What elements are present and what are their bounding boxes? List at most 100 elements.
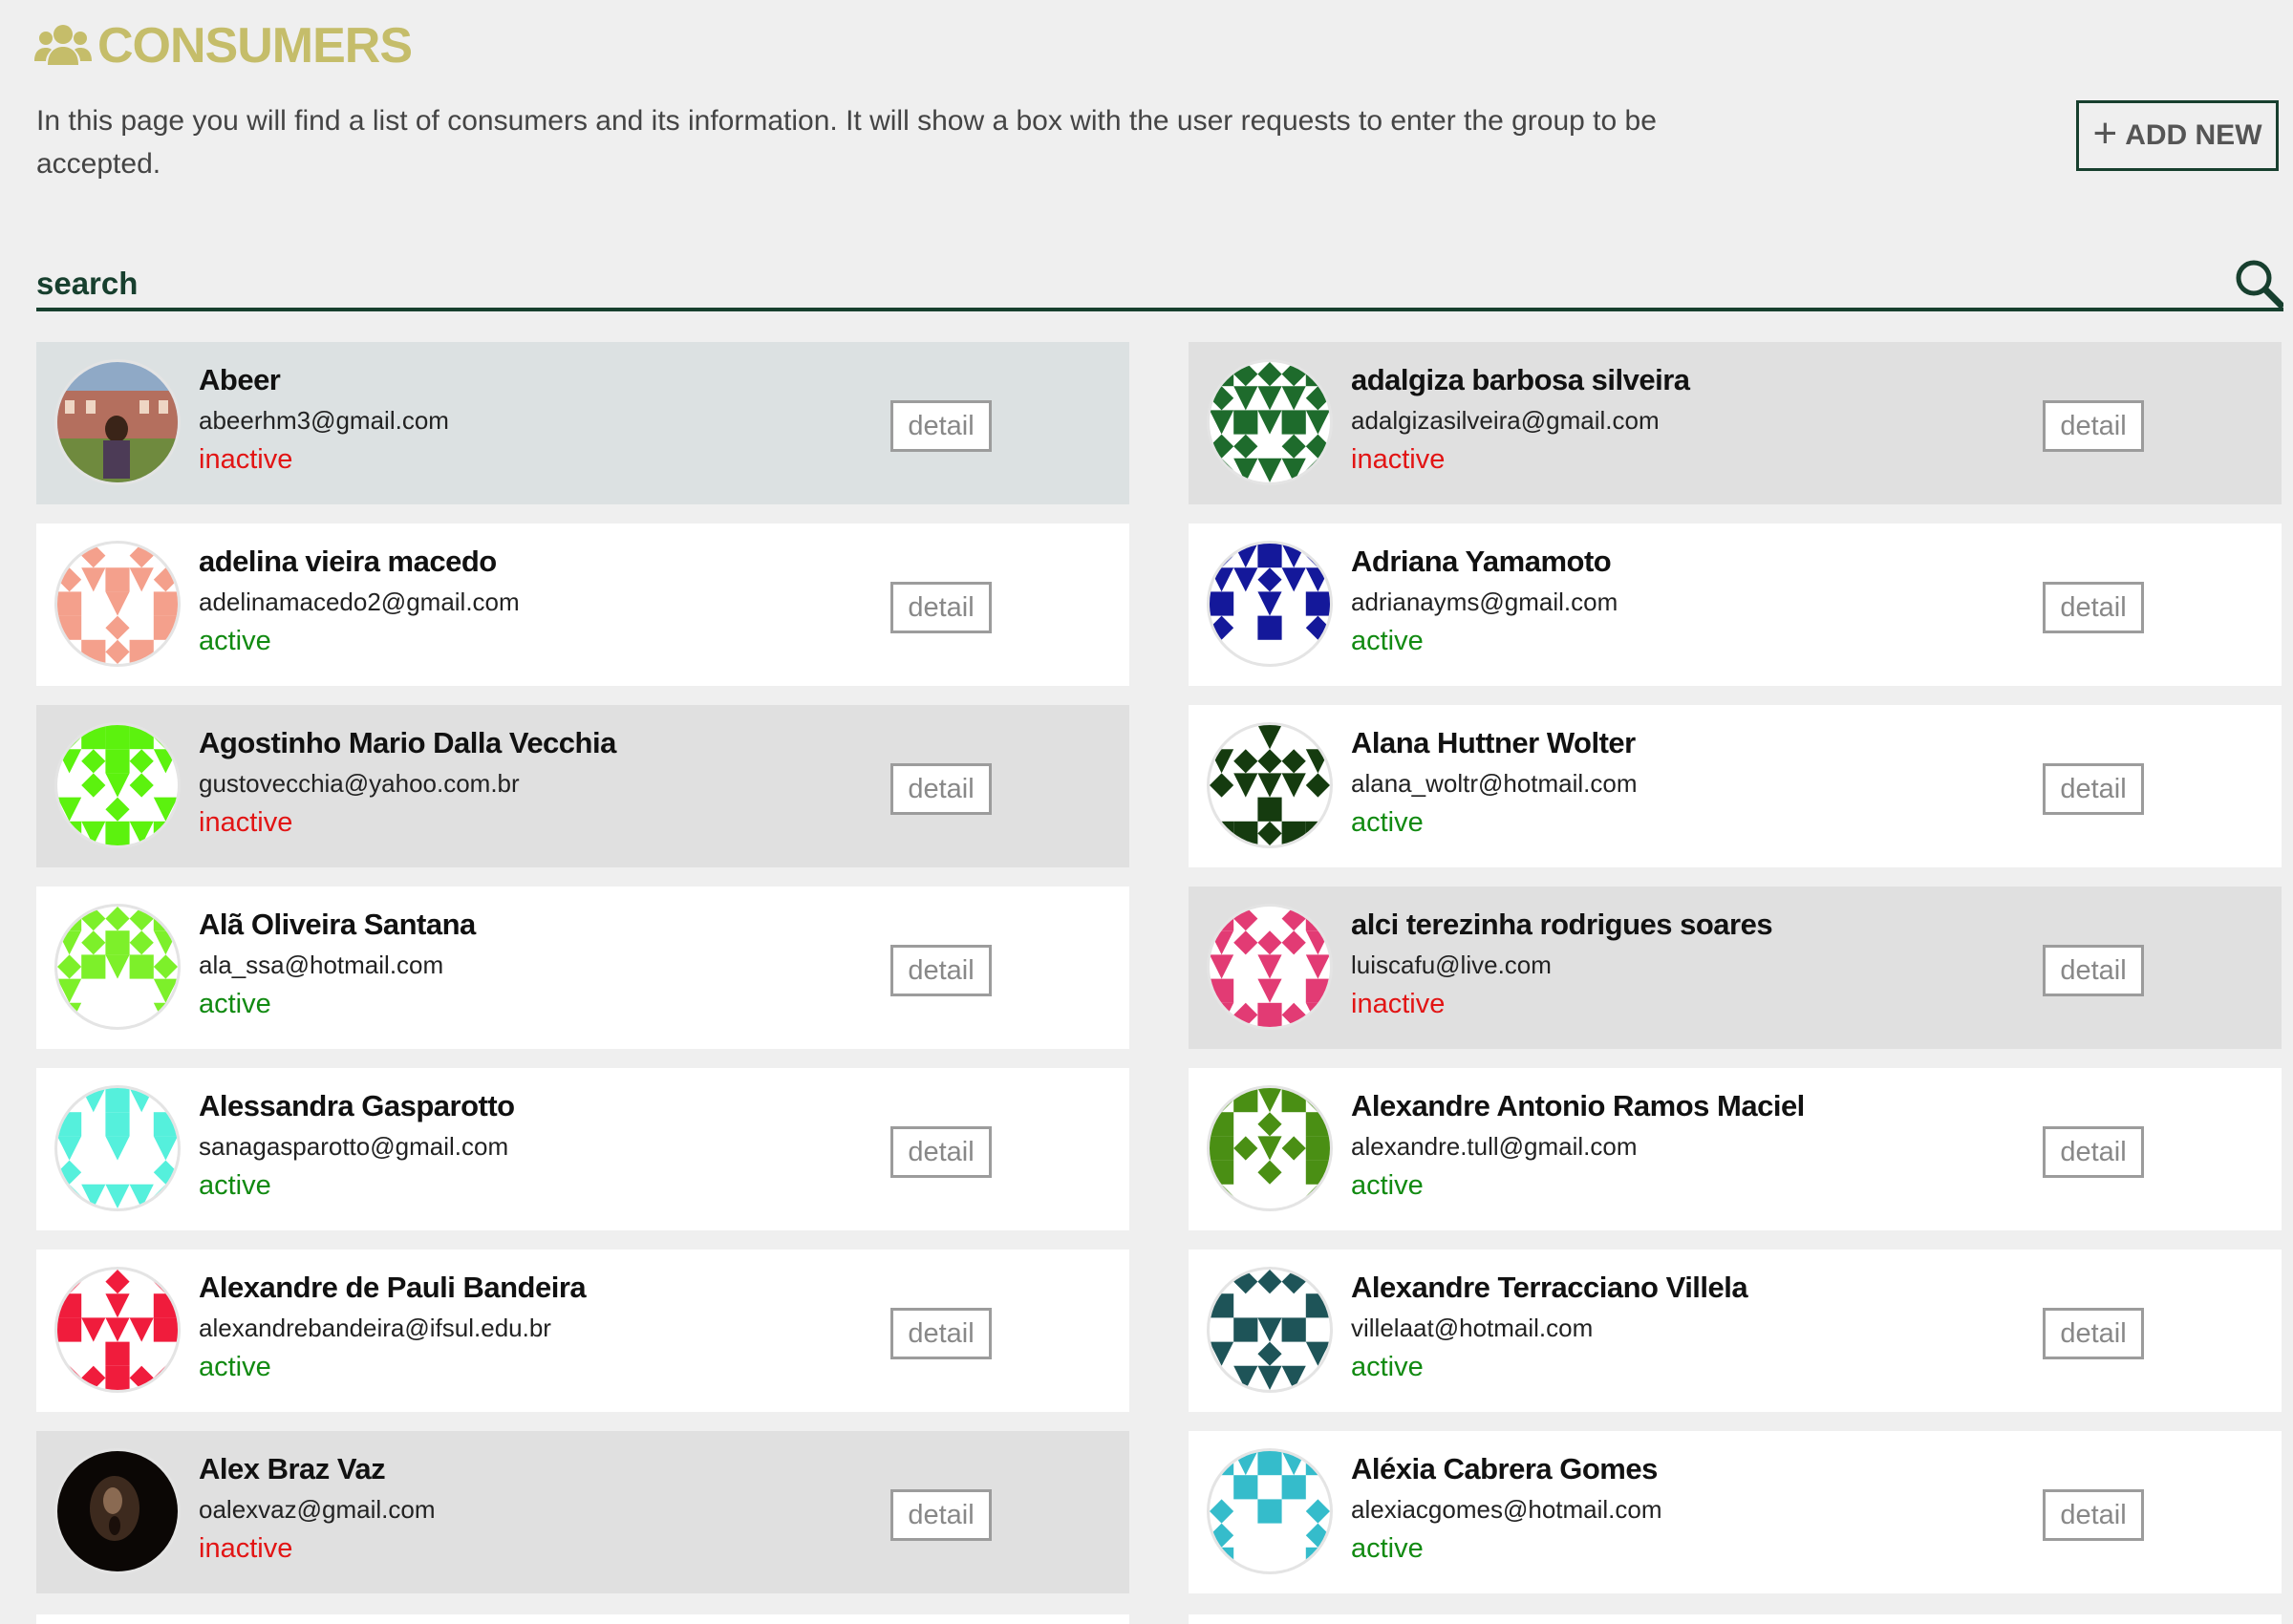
consumer-info: Alexandre de Pauli Bandeira alexandreban… (199, 1267, 587, 1387)
consumer-email: gustovecchia@yahoo.com.br (199, 769, 520, 798)
detail-button[interactable]: detail (890, 582, 992, 633)
add-new-button[interactable]: + ADD NEW (2076, 100, 2279, 171)
avatar (1210, 1451, 1330, 1571)
consumer-name: adalgiza barbosa silveira (1351, 363, 1690, 396)
consumer-card: adelina vieira macedo adelinamacedo2@gma… (36, 524, 1129, 686)
plus-icon: + (2092, 110, 2118, 157)
avatar (1210, 544, 1330, 664)
status-text: active (1351, 807, 1424, 838)
consumer-email: villelaat@hotmail.com (1351, 1314, 1594, 1342)
avatar (1210, 725, 1330, 845)
detail-button[interactable]: detail (2043, 1308, 2144, 1359)
detail-button[interactable]: detail (890, 763, 992, 815)
page-title: CONSUMERS (97, 18, 413, 74)
consumer-card: Alessandra Gasparotto sanagasparotto@gma… (36, 1068, 1129, 1230)
consumer-name: Abeer (199, 363, 281, 396)
detail-button[interactable]: detail (2043, 1489, 2144, 1541)
consumer-name: Alã Oliveira Santana (199, 908, 476, 941)
status-text: active (1351, 1170, 1424, 1201)
consumer-name: Aléxia Cabrera Gomes (1351, 1452, 1658, 1485)
consumer-card: Alã Oliveira Santana ala_ssa@hotmail.com… (36, 887, 1129, 1049)
status-text: active (1351, 1533, 1424, 1564)
avatar (1210, 362, 1330, 482)
consumer-name: Alexandre Antonio Ramos Maciel (1351, 1089, 1805, 1122)
consumer-card: Alexandre de Pauli Bandeira alexandreban… (36, 1250, 1129, 1412)
consumer-email: alexiacgomes@hotmail.com (1351, 1495, 1662, 1524)
detail-button[interactable]: detail (2043, 400, 2144, 452)
status-text: inactive (199, 807, 293, 838)
consumer-info: Alana Huttner Wolter alana_woltr@hotmail… (1351, 722, 1638, 843)
status-text: inactive (1351, 444, 1446, 475)
detail-button[interactable]: detail (890, 400, 992, 452)
add-new-label: ADD NEW (2125, 119, 2262, 151)
detail-button[interactable]: detail (890, 945, 992, 996)
page-description: In this page you will find a list of con… (36, 105, 1657, 180)
consumer-email: ala_ssa@hotmail.com (199, 951, 444, 979)
consumer-name: Agostinho Mario Dalla Vecchia (199, 726, 616, 759)
status-text: active (199, 1352, 271, 1382)
consumer-email: luiscafu@live.com (1351, 951, 1552, 979)
consumer-card: Aléxia Cabrera Gomes alexiacgomes@hotmai… (1189, 1431, 2282, 1593)
consumer-name: alci terezinha rodrigues soares (1351, 908, 1773, 941)
avatar (57, 362, 178, 482)
status-text: inactive (199, 444, 293, 475)
consumer-info: Alessandra Gasparotto sanagasparotto@gma… (199, 1085, 515, 1206)
consumer-name: Alexandre de Pauli Bandeira (199, 1271, 587, 1304)
avatar (57, 1270, 178, 1390)
avatar (57, 725, 178, 845)
consumer-card: Alexandre Terracciano Villela villelaat@… (1189, 1250, 2282, 1412)
list-item-partial (36, 1614, 1129, 1624)
consumer-info: Agostinho Mario Dalla Vecchia gustovecch… (199, 722, 616, 843)
status-text: active (1351, 626, 1424, 656)
consumer-card: Abeer abeerhm3@gmail.com inactive detail (36, 342, 1129, 504)
consumer-email: sanagasparotto@gmail.com (199, 1132, 509, 1161)
avatar (57, 1451, 178, 1571)
search-input[interactable] (36, 262, 2167, 306)
consumer-card: Adriana Yamamoto adrianayms@gmail.com ac… (1189, 524, 2282, 686)
consumer-name: Alex Braz Vaz (199, 1452, 386, 1485)
search-bar (36, 258, 2283, 311)
detail-button[interactable]: detail (2043, 1126, 2144, 1178)
detail-button[interactable]: detail (2043, 582, 2144, 633)
list-item-partial (1189, 1614, 2282, 1624)
consumer-card: Alana Huttner Wolter alana_woltr@hotmail… (1189, 705, 2282, 867)
consumer-name: Alessandra Gasparotto (199, 1089, 515, 1122)
detail-button[interactable]: detail (2043, 763, 2144, 815)
consumer-info: adalgiza barbosa silveira adalgizasilvei… (1351, 359, 1690, 480)
consumer-card: alci terezinha rodrigues soares luiscafu… (1189, 887, 2282, 1049)
consumer-info: Abeer abeerhm3@gmail.com inactive (199, 359, 449, 480)
avatar (57, 907, 178, 1027)
consumer-name: Alana Huttner Wolter (1351, 726, 1636, 759)
status-text: inactive (1351, 989, 1446, 1019)
magnifier-icon[interactable] (2234, 258, 2283, 308)
consumer-name: Alexandre Terracciano Villela (1351, 1271, 1748, 1304)
status-text: active (199, 1170, 271, 1201)
consumer-email: adalgizasilveira@gmail.com (1351, 406, 1660, 435)
avatar (1210, 907, 1330, 1027)
avatar (1210, 1270, 1330, 1390)
status-text: active (199, 626, 271, 656)
avatar (1210, 1088, 1330, 1208)
consumer-card: Alexandre Antonio Ramos Maciel alexandre… (1189, 1068, 2282, 1230)
consumer-info: Alexandre Antonio Ramos Maciel alexandre… (1351, 1085, 1805, 1206)
consumer-list: Abeer abeerhm3@gmail.com inactive detail… (36, 342, 2283, 1593)
status-text: active (1351, 1352, 1424, 1382)
consumer-email: adelinamacedo2@gmail.com (199, 588, 520, 616)
detail-button[interactable]: detail (890, 1126, 992, 1178)
consumer-email: abeerhm3@gmail.com (199, 406, 449, 435)
users-icon (34, 25, 92, 65)
status-text: inactive (199, 1533, 293, 1564)
detail-button[interactable]: detail (890, 1308, 992, 1359)
detail-button[interactable]: detail (2043, 945, 2144, 996)
consumer-info: Alã Oliveira Santana ala_ssa@hotmail.com… (199, 904, 476, 1024)
consumer-info: adelina vieira macedo adelinamacedo2@gma… (199, 541, 520, 661)
page-header: CONSUMERS (34, 17, 413, 75)
consumer-email: oalexvaz@gmail.com (199, 1495, 436, 1524)
avatar (57, 544, 178, 664)
consumer-info: Alex Braz Vaz oalexvaz@gmail.com inactiv… (199, 1448, 435, 1569)
consumer-email: alana_woltr@hotmail.com (1351, 769, 1638, 798)
consumer-card: Agostinho Mario Dalla Vecchia gustovecch… (36, 705, 1129, 867)
consumer-info: Adriana Yamamoto adrianayms@gmail.com ac… (1351, 541, 1618, 661)
detail-button[interactable]: detail (890, 1489, 992, 1541)
consumer-info: Alexandre Terracciano Villela villelaat@… (1351, 1267, 1748, 1387)
